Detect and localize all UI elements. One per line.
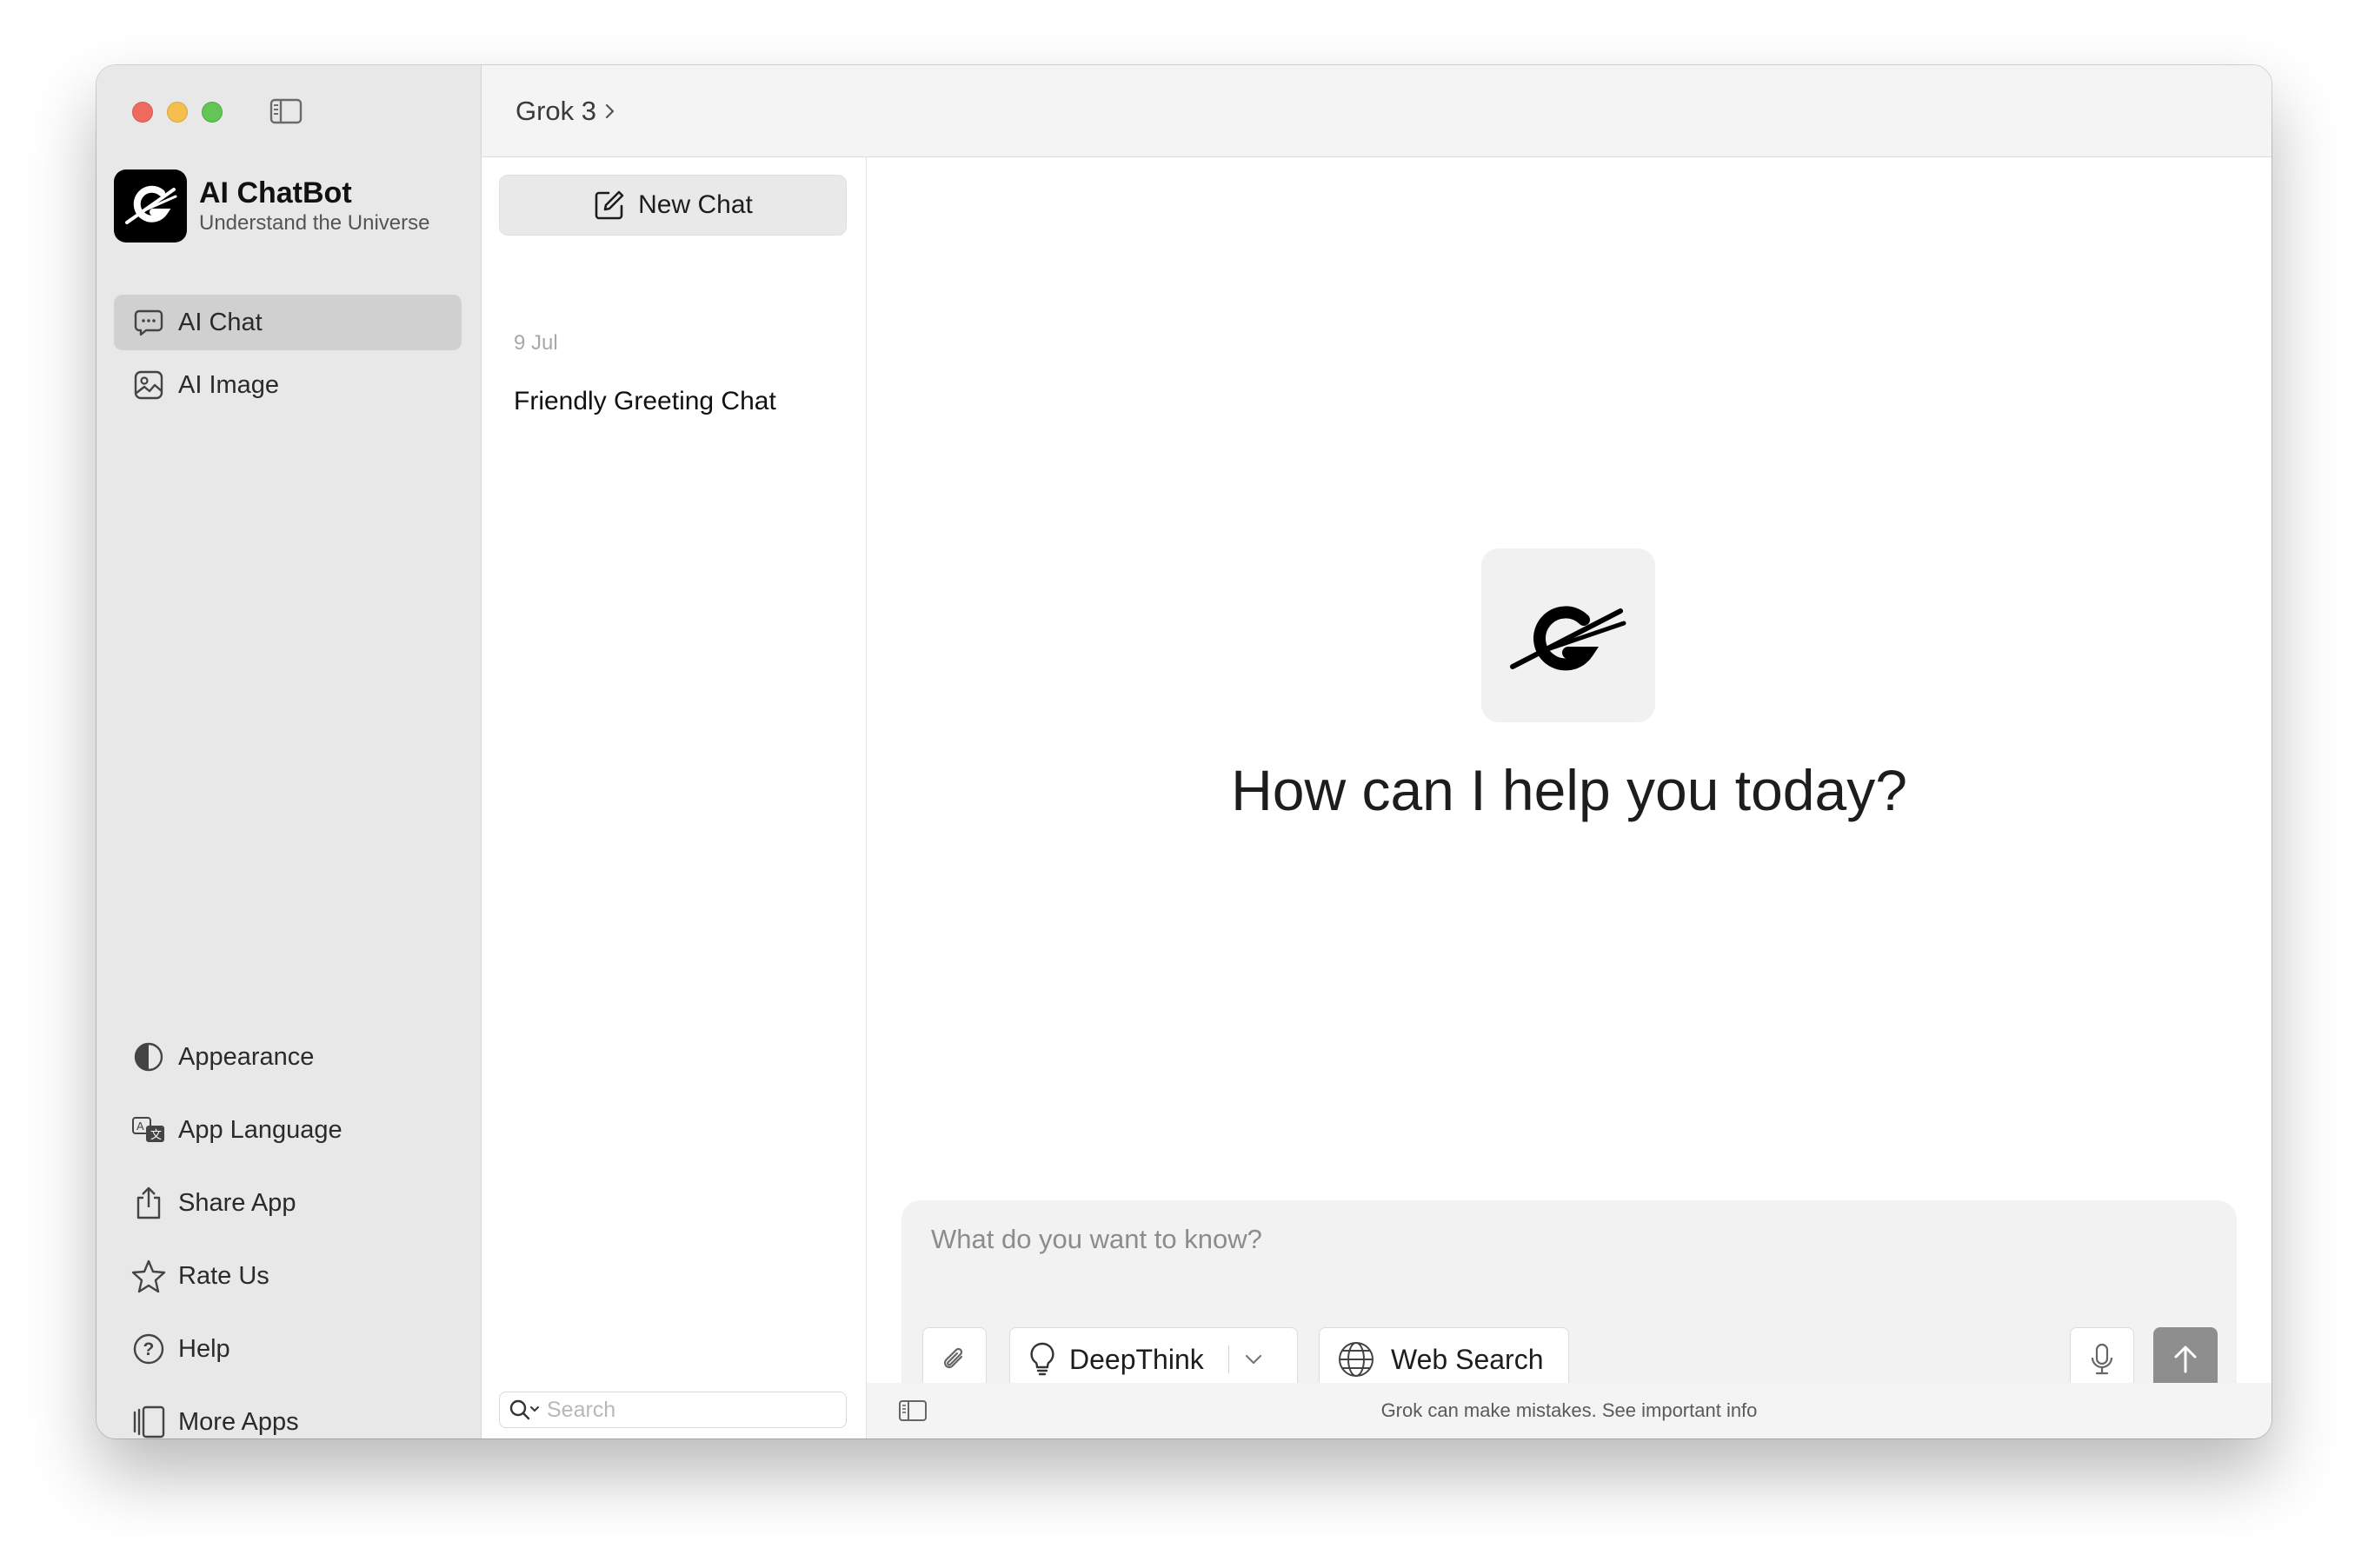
new-chat-label: New Chat bbox=[638, 190, 753, 219]
share-icon bbox=[131, 1186, 166, 1220]
sidebar-item-label: Appearance bbox=[178, 1042, 315, 1071]
microphone-icon bbox=[2091, 1343, 2113, 1375]
sidebar-item-label: More Apps bbox=[178, 1407, 299, 1436]
sidebar-item-label: App Language bbox=[178, 1115, 343, 1144]
sidebar-item-appearance[interactable]: Appearance bbox=[114, 1024, 462, 1090]
compose-icon bbox=[595, 190, 624, 220]
attach-button[interactable] bbox=[922, 1327, 987, 1392]
sidebar-item-help[interactable]: ? Help bbox=[114, 1316, 462, 1382]
web-search-toggle[interactable]: Web Search bbox=[1319, 1327, 1569, 1392]
half-circle-icon bbox=[131, 1040, 166, 1074]
message-input[interactable] bbox=[931, 1218, 2200, 1261]
chevron-down-icon[interactable] bbox=[1243, 1352, 1264, 1366]
zoom-window-button[interactable] bbox=[202, 102, 223, 123]
window-controls bbox=[132, 102, 223, 123]
chevron-right-icon[interactable] bbox=[603, 102, 617, 121]
paperclip-icon bbox=[943, 1347, 963, 1369]
lightbulb-icon bbox=[1030, 1342, 1054, 1376]
arrow-up-icon bbox=[2174, 1345, 2197, 1373]
sidebar-item-share-app[interactable]: Share App bbox=[114, 1170, 462, 1236]
star-icon bbox=[131, 1259, 166, 1293]
app-window: AI ChatBot Understand the Universe AI Ch… bbox=[96, 65, 2272, 1438]
divider bbox=[1227, 1345, 1229, 1373]
chat-history-panel: New Chat 9 Jul Friendly Greeting Chat bbox=[482, 157, 867, 1438]
search-input[interactable] bbox=[547, 1397, 834, 1423]
svg-text:?: ? bbox=[143, 1339, 155, 1359]
sidebar-item-label: Rate Us bbox=[178, 1261, 269, 1290]
sidebar-item-more-apps[interactable]: More Apps bbox=[114, 1389, 462, 1438]
deepthink-label: DeepThink bbox=[1069, 1343, 1204, 1375]
translate-icon: A文 bbox=[131, 1113, 166, 1147]
sidebar-toggle-icon[interactable] bbox=[898, 1399, 928, 1423]
voice-input-button[interactable] bbox=[2070, 1327, 2134, 1392]
send-button[interactable] bbox=[2153, 1327, 2218, 1392]
model-selector[interactable]: Grok 3 bbox=[516, 96, 596, 127]
footer-bar: Grok can make mistakes. See important in… bbox=[867, 1383, 2272, 1438]
sidebar-item-app-language[interactable]: A文 App Language bbox=[114, 1097, 462, 1163]
brand: AI ChatBot Understand the Universe bbox=[114, 169, 429, 243]
image-icon bbox=[131, 368, 166, 402]
chat-bubble-icon bbox=[131, 305, 166, 340]
globe-icon bbox=[1339, 1342, 1374, 1377]
chat-search-field[interactable] bbox=[499, 1392, 847, 1428]
grok-logo-icon bbox=[1481, 548, 1655, 722]
app-logo-icon bbox=[114, 169, 187, 243]
disclaimer-text[interactable]: Grok can make mistakes. See important in… bbox=[1381, 1399, 1758, 1422]
sidebar: AI ChatBot Understand the Universe AI Ch… bbox=[96, 65, 482, 1438]
welcome-heading: How can I help you today? bbox=[1231, 758, 1907, 822]
sidebar-item-ai-chat[interactable]: AI Chat bbox=[114, 295, 462, 350]
settings-nav: Appearance A文 App Language Share App Rat… bbox=[114, 1024, 462, 1438]
close-window-button[interactable] bbox=[132, 102, 153, 123]
sidebar-item-ai-image[interactable]: AI Image bbox=[114, 357, 462, 413]
chat-main: How can I help you today? DeepThink Web … bbox=[867, 157, 2272, 1438]
minimize-window-button[interactable] bbox=[167, 102, 188, 123]
chat-date-header: 9 Jul bbox=[514, 331, 558, 355]
sidebar-toggle-icon[interactable] bbox=[269, 97, 303, 125]
sidebar-item-label: AI Chat bbox=[178, 308, 263, 336]
web-search-label: Web Search bbox=[1391, 1343, 1544, 1375]
sidebar-item-rate-us[interactable]: Rate Us bbox=[114, 1243, 462, 1309]
question-circle-icon: ? bbox=[131, 1332, 166, 1366]
svg-text:文: 文 bbox=[150, 1128, 162, 1141]
main-nav: AI Chat AI Image bbox=[114, 295, 462, 420]
new-chat-button[interactable]: New Chat bbox=[499, 175, 847, 236]
sidebar-item-label: Share App bbox=[178, 1188, 296, 1217]
app-tagline: Understand the Universe bbox=[199, 211, 430, 235]
deepthink-toggle[interactable]: DeepThink bbox=[1009, 1327, 1298, 1392]
more-apps-icon bbox=[131, 1405, 166, 1438]
svg-text:A: A bbox=[136, 1120, 144, 1133]
sidebar-item-label: Help bbox=[178, 1334, 230, 1363]
title-bar: Grok 3 bbox=[482, 65, 2272, 157]
sidebar-item-label: AI Image bbox=[178, 370, 280, 399]
chat-list-item[interactable]: Friendly Greeting Chat bbox=[514, 387, 776, 416]
search-icon bbox=[507, 1398, 542, 1422]
app-name: AI ChatBot bbox=[199, 176, 352, 209]
